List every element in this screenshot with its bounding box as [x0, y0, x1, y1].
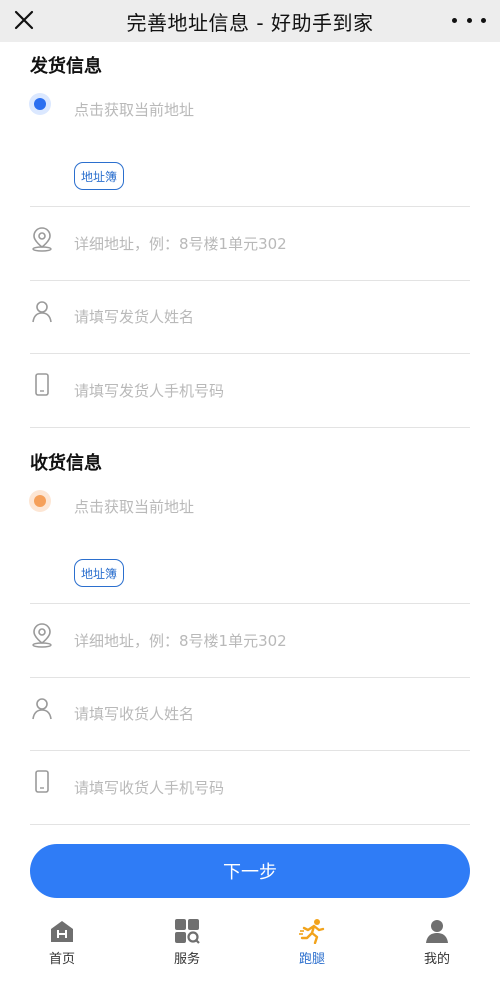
bottom-tab-bar: 首页 服务 跑腿 我的 [0, 908, 500, 991]
sender-section-title: 发货信息 [30, 56, 102, 77]
next-step-button[interactable]: 下一步 [30, 844, 470, 898]
receiver-section-title: 收货信息 [30, 453, 102, 474]
receiver-current-location[interactable]: 点击获取当前地址 [74, 496, 194, 517]
location-pin-icon [31, 226, 53, 252]
home-icon [49, 918, 75, 944]
person-icon [31, 696, 53, 722]
receiver-location-dot [29, 490, 51, 512]
runner-icon [299, 918, 325, 945]
close-icon[interactable] [10, 6, 38, 34]
grid-icon [174, 918, 200, 944]
tab-label: 跑腿 [298, 952, 325, 967]
tab-label: 我的 [423, 952, 450, 967]
divider [30, 603, 470, 604]
receiver-address-book-button[interactable]: 地址簿 [74, 559, 124, 587]
tab-errand[interactable]: 跑腿 [272, 918, 352, 978]
divider [30, 677, 470, 678]
sender-address-book-button[interactable]: 地址簿 [74, 162, 124, 190]
user-icon [424, 918, 450, 944]
phone-icon [31, 769, 53, 795]
top-bar: 完善地址信息 - 好助手到家 [0, 0, 500, 42]
divider [30, 353, 470, 354]
tab-profile[interactable]: 我的 [397, 918, 477, 978]
more-icon[interactable] [452, 8, 486, 32]
tab-home[interactable]: 首页 [22, 918, 102, 978]
location-pin-icon [31, 622, 53, 648]
tab-service[interactable]: 服务 [147, 918, 227, 978]
sender-phone-input[interactable]: 请填写发货人手机号码 [74, 380, 224, 401]
page-title: 完善地址信息 - 好助手到家 [126, 10, 374, 35]
divider [30, 206, 470, 207]
divider [30, 824, 470, 825]
receiver-name-input[interactable]: 请填写收货人姓名 [74, 703, 194, 724]
receiver-phone-input[interactable]: 请填写收货人手机号码 [74, 777, 224, 798]
tab-label: 首页 [48, 952, 75, 967]
person-icon [31, 299, 53, 325]
sender-current-location[interactable]: 点击获取当前地址 [74, 99, 194, 120]
sender-location-dot [29, 93, 51, 115]
sender-detail-address-input[interactable]: 详细地址，例：8号楼1单元302 [74, 233, 287, 254]
divider [30, 427, 470, 428]
sender-name-input[interactable]: 请填写发货人姓名 [74, 306, 194, 327]
phone-icon [31, 372, 53, 398]
tab-label: 服务 [173, 952, 200, 967]
divider [30, 750, 470, 751]
divider [30, 280, 470, 281]
receiver-detail-address-input[interactable]: 详细地址，例：8号楼1单元302 [74, 630, 287, 651]
